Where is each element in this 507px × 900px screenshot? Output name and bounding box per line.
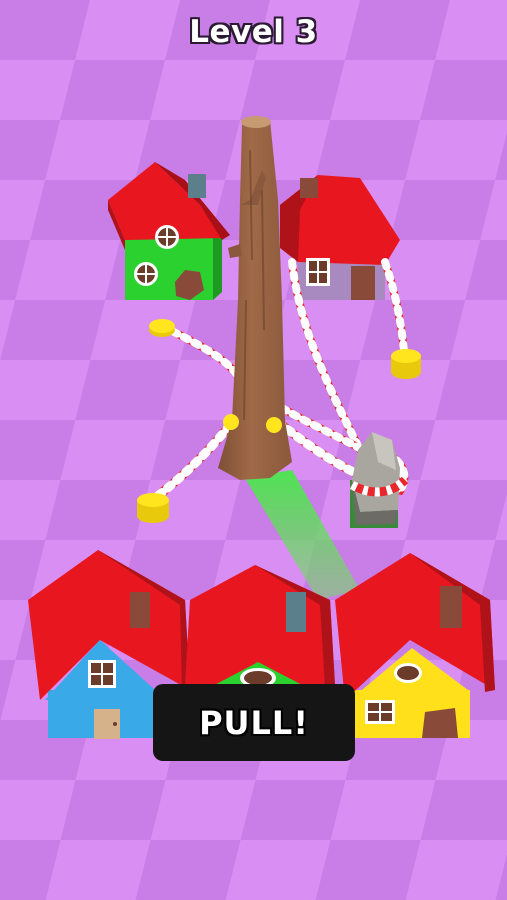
peg-icon: [266, 417, 282, 433]
game-scene: [0, 0, 507, 900]
pull-button[interactable]: PULL!: [153, 684, 355, 761]
peg-icon: [391, 349, 421, 379]
peg-icon: [223, 414, 239, 430]
pull-button-label: PULL!: [199, 703, 309, 742]
level-title: Level 3: [189, 14, 318, 50]
peg-icon: [149, 319, 175, 337]
peg-icon: [137, 493, 169, 523]
